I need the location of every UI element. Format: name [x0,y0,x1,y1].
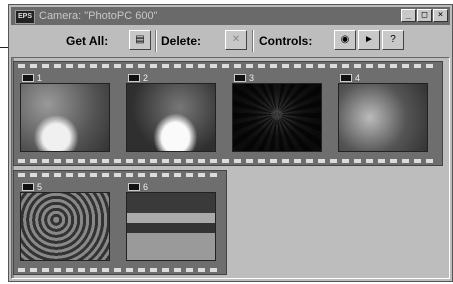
delete-button[interactable]: ✕ [225,30,247,50]
trash-icon: ✕ [231,34,241,45]
delete-label: Delete: [161,34,202,48]
camera-icon [128,183,140,191]
photo-thumbnail[interactable] [232,83,322,152]
photo-thumbnail[interactable] [20,192,110,261]
camera-icon [22,74,34,82]
film-strip-2: 5 6 [13,170,227,275]
get-all-label: Get All: [66,34,109,48]
close-button[interactable]: × [433,9,448,22]
photo-thumbnail[interactable] [20,83,110,152]
camera-window: EPS Camera: "PhotoPC 600" _ □ × Get All:… [8,4,453,282]
film-strip-1: 1 2 3 4 [13,61,443,166]
help-button[interactable]: ? [382,30,404,50]
photo-number: 2 [143,73,149,83]
get-all-button[interactable]: ▤ [129,30,151,50]
photo-frame-3[interactable]: 3 [228,68,326,156]
frame-header: 4 [340,73,360,83]
app-icon[interactable]: EPS [15,10,35,24]
photo-number: 5 [37,182,43,192]
camera-icon [340,74,352,82]
camera-icon [128,74,140,82]
camera-control-button[interactable]: ◉ [334,30,356,50]
photo-frame-6[interactable]: 6 [122,177,220,265]
controls-label: Controls: [259,34,313,48]
camera-icon: ◉ [340,34,350,45]
photo-frame-5[interactable]: 5 [16,177,114,265]
camera-download-icon: ▤ [135,34,145,45]
camera-icon [22,183,34,191]
photo-thumbnail[interactable] [126,192,216,261]
frame-header: 3 [234,73,254,83]
window-controls: _ □ × [401,9,448,22]
frame-header: 1 [22,73,42,83]
photo-thumbnail[interactable] [338,83,428,152]
camera-icon [234,74,246,82]
film-perforation [18,268,222,272]
toolbar-separator [155,30,157,52]
title-bar[interactable]: EPS Camera: "PhotoPC 600" _ □ × [11,7,450,25]
frame-header: 5 [22,182,42,192]
toolbar-separator [252,30,254,52]
photo-number: 1 [37,73,43,83]
photo-number: 3 [249,73,255,83]
photo-number: 6 [143,182,149,192]
maximize-button[interactable]: □ [417,9,432,22]
frame-header: 6 [128,182,148,192]
thumbnail-area[interactable]: 1 2 3 4 5 6 [11,57,450,279]
toolbar: Get All: ▤ Delete: ✕ Controls: ◉ ► ? [11,27,450,55]
photo-frame-2[interactable]: 2 [122,68,220,156]
photo-number: 4 [355,73,361,83]
arrow-icon: ► [364,34,374,45]
photo-thumbnail[interactable] [126,83,216,152]
photo-frame-4[interactable]: 4 [334,68,432,156]
help-icon: ? [390,34,396,45]
minimize-button[interactable]: _ [401,9,416,22]
pointer-control-button[interactable]: ► [358,30,380,50]
window-title: Camera: "PhotoPC 600" [39,10,158,22]
frame-header: 2 [128,73,148,83]
film-perforation [18,159,438,163]
photo-frame-1[interactable]: 1 [16,68,114,156]
